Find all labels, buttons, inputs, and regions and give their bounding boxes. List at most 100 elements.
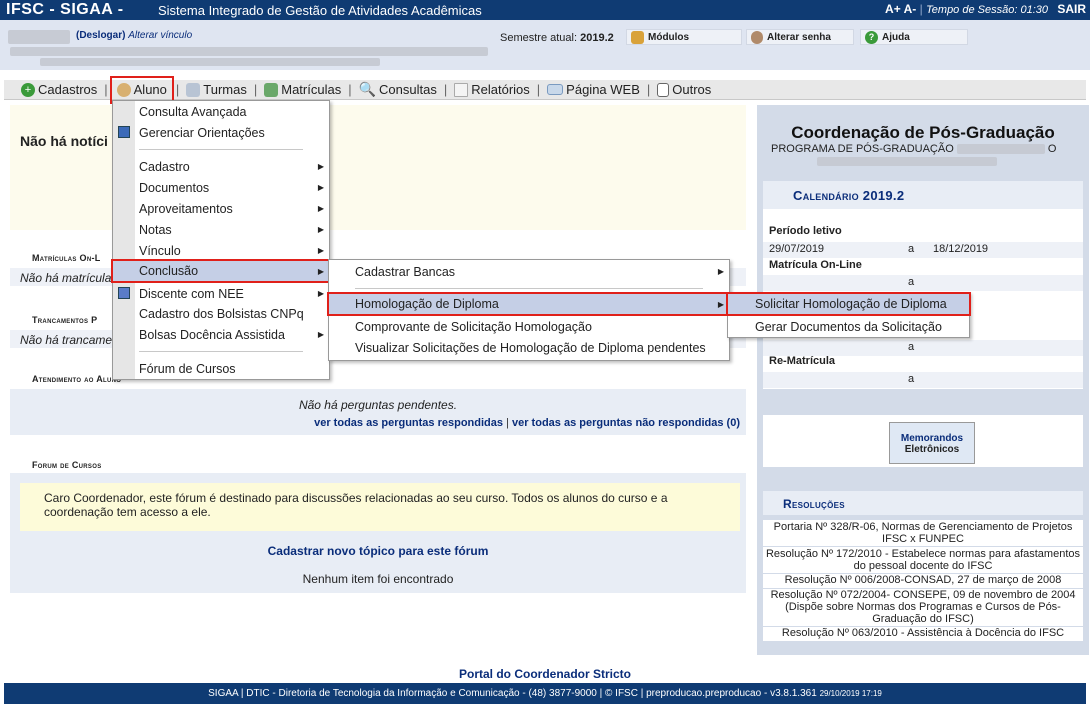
resolucao-link-5[interactable]: Resolução Nº 063/2010 - Assistência à Do… [763,627,1083,641]
report-icon [454,82,469,97]
forum-section-title: Forum de Cursos [32,460,102,470]
search-icon: 🔍 [358,81,377,97]
resolucao-link-2[interactable]: Resolução Nº 172/2010 - Estabelece norma… [763,547,1083,573]
questions-links: ver todas as perguntas respondidas | ver… [10,417,746,429]
memorandos-label-1: Memorandos [900,433,964,444]
answered-questions-link[interactable]: ver todas as perguntas respondidas [314,417,503,429]
font-size-controls[interactable]: A+ A- [885,2,916,16]
menu-item-vinculo[interactable]: Vínculo ▶ [113,240,329,261]
menu-turmas[interactable]: Turmas [183,82,250,97]
resolucao-link-4[interactable]: Resolução Nº 072/2004- CONSEPE, 09 de no… [763,589,1083,626]
menu-item-comprovante[interactable]: Comprovante de Solicitação Homologação [329,316,729,337]
menu-item-label: Cadastro [139,159,190,174]
resolucao-link-1[interactable]: Portaria Nº 328/R-06, Normas de Gerencia… [763,520,1083,546]
phone-icon [657,82,670,97]
menu-separator: | [443,82,448,97]
ajuda-button[interactable]: ? Ajuda [860,29,968,45]
menu-item-bolsistas-cnpq[interactable]: Cadastro dos Bolsistas CNPq [113,303,329,324]
menu-divider [355,288,703,289]
menu-aluno[interactable]: Aluno [109,75,174,104]
box-icon [631,30,644,44]
menu-item-visualizar-pendentes[interactable]: Visualizar Solicitações de Homologação d… [329,337,729,358]
menu-item-solicitar-homologacao[interactable]: Solicitar Homologação de Diploma [726,292,971,316]
logout-link[interactable]: SAIR [1057,2,1086,16]
calendar-title: Calendário 2019.2 [793,188,905,203]
aluno-dropdown: Consulta Avançada Gerenciar Orientações … [111,100,331,380]
submenu-arrow-icon: ▶ [317,225,324,234]
menu-cadastros[interactable]: + Cadastros [18,82,100,97]
unanswered-questions-link[interactable]: ver todas as perguntas não respondidas (… [512,417,740,429]
menu-outros[interactable]: Outros [654,82,714,97]
menu-consultas[interactable]: 🔍 Consultas [356,81,440,98]
menu-item-label: Conclusão [139,264,199,278]
menu-item-label: Solicitar Homologação de Diploma [755,297,947,311]
header-right: A+ A- | Tempo de Sessão: 01:30 SAIR [885,2,1086,16]
program-redacted [956,144,1045,155]
menu-outros-label: Outros [672,82,712,97]
user-links: (Deslogar) Alterar vínculo [76,30,192,41]
menu-aluno-label: Aluno [133,82,167,97]
deslogar-link[interactable]: (Deslogar) [76,30,125,41]
menu-item-gerar-documentos[interactable]: Gerar Documentos da Solicitação [728,316,969,337]
menu-divider [139,149,303,150]
main-menu-bar: + Cadastros | Aluno | Turmas | Matrícula… [4,75,1086,104]
rematricula-row [763,372,1083,388]
matricula-separator: a [908,276,915,288]
menu-item-notas[interactable]: Notas ▶ [113,219,329,240]
periodo-separator: a [908,243,915,255]
semester-value: 2019.2 [580,32,614,44]
menu-matriculas[interactable]: Matrículas [261,82,344,97]
trancamentos-section-title: Trancamentos P [32,315,98,325]
submenu-arrow-icon: ▶ [317,266,324,276]
menu-relatorios[interactable]: Relatórios [451,82,533,97]
homologacao-submenu: Solicitar Homologação de Diploma Gerar D… [726,292,971,338]
menu-relatorios-label: Relatórios [471,82,530,97]
menu-item-label: Homologação de Diploma [355,297,499,311]
memorandos-button[interactable]: Memorandos Eletrônicos [889,422,975,464]
menu-item-label: Comprovante de Solicitação Homologação [355,319,592,334]
web-icon [547,84,564,95]
menu-item-label: Aproveitamentos [139,201,233,216]
menu-item-forum-cursos[interactable]: Fórum de Cursos [113,358,329,379]
submenu-arrow-icon: ▶ [717,299,724,309]
atendimento-section-title: Atendimento ao Aluno [32,374,122,384]
menu-separator: | [253,82,258,97]
submenu-arrow-icon: ▶ [317,330,324,339]
footer-bar: SIGAA | DTIC - Diretoria de Tecnologia d… [4,683,1086,704]
menu-item-conclusao[interactable]: Conclusão ▶ [111,259,331,283]
menu-item-label: Fórum de Cursos [139,361,236,376]
menu-item-bolsas-docencia[interactable]: Bolsas Docência Assistida ▶ [113,324,329,345]
menu-item-label: Documentos [139,180,210,195]
class-icon [186,82,201,97]
new-topic-link[interactable]: Cadastrar novo tópico para este fórum [10,544,746,558]
menu-pagina-web[interactable]: Página WEB [544,82,643,97]
menu-item-gerenciar-orientacoes[interactable]: Gerenciar Orientações [113,122,329,143]
submenu-arrow-icon: ▶ [317,183,324,192]
calendar-header: Calendário 2019.2 [763,181,1083,209]
user-info-redacted-2 [40,58,380,66]
coordination-title: Coordenação de Pós-Graduação [791,123,1055,142]
forum-empty-text: Nenhum item foi encontrado [302,572,454,586]
menu-item-label: Visualizar Solicitações de Homologação d… [355,340,706,355]
menu-item-discente-nee[interactable]: Discente com NEE ▶ [113,283,329,304]
menu-item-consulta-avancada[interactable]: Consulta Avançada [113,101,329,122]
modulos-label: Módulos [648,31,690,43]
menu-item-cadastrar-bancas[interactable]: Cadastrar Bancas ▶ [329,261,729,282]
portal-link[interactable]: Portal do Coordenador Stricto [0,667,1090,681]
menu-item-cadastro[interactable]: Cadastro ▶ [113,156,329,177]
menu-item-aproveitamentos[interactable]: Aproveitamentos ▶ [113,198,329,219]
menu-item-label: Notas [139,222,172,237]
menu-item-documentos[interactable]: Documentos ▶ [113,177,329,198]
user-key-icon [751,30,763,44]
alterar-senha-button[interactable]: Alterar senha [746,29,854,45]
menu-matriculas-label: Matrículas [281,82,342,97]
enroll-icon [264,82,279,97]
menu-item-homologacao-diploma[interactable]: Homologação de Diploma ▶ [327,292,731,316]
modulos-button[interactable]: Módulos [626,29,742,45]
alterar-vinculo-link[interactable]: Alterar vínculo [128,30,192,41]
rematricula-label: Re-Matrícula [769,355,836,367]
resolucao-link-3[interactable]: Resolução Nº 006/2008-CONSAD, 27 de març… [763,574,1083,588]
periodo-label: Período letivo [769,225,842,237]
forum-description: Caro Coordenador, este fórum é destinado… [20,483,740,531]
menu-consultas-label: Consultas [379,82,437,97]
